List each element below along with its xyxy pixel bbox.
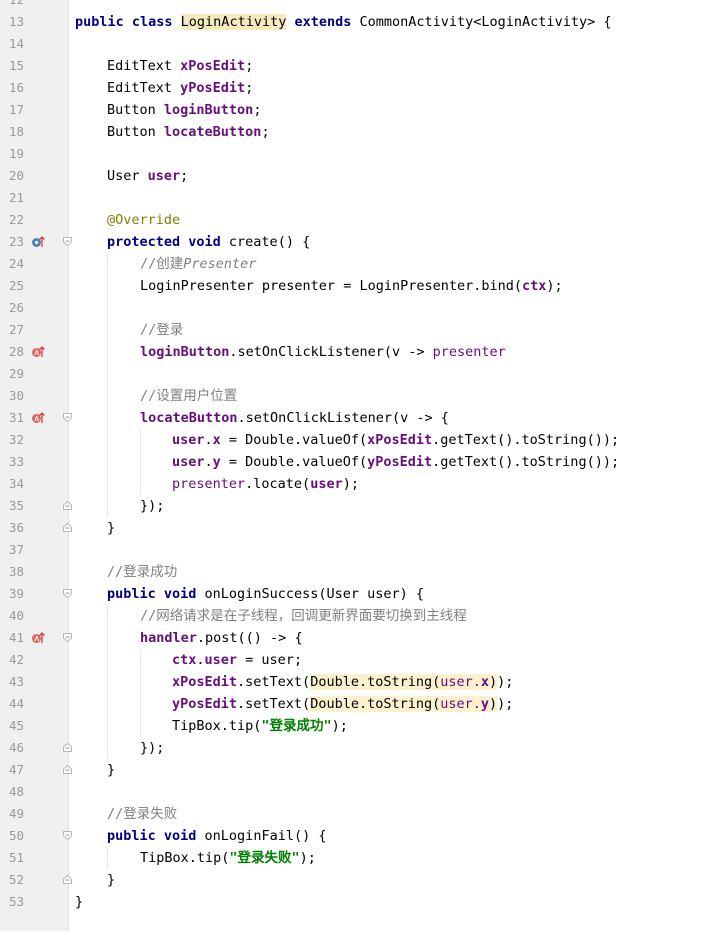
line-number: [0, 913, 24, 935]
code-line: //登录失败: [107, 806, 178, 822]
code-line: }: [107, 762, 116, 778]
code-line: });: [140, 740, 165, 756]
line-number: 48: [8, 784, 24, 799]
indent-guide: [140, 649, 141, 737]
line-number: 53: [8, 894, 24, 909]
line-number: 41: [8, 630, 24, 645]
code-line: loginButton.setOnClickListener(v -> pres…: [140, 344, 506, 360]
line-number: 42: [8, 652, 24, 667]
line-number: 47: [8, 762, 24, 777]
code-line: xPosEdit.setText(Double.toString(user.x)…: [172, 674, 514, 690]
line-number: 17: [8, 102, 24, 117]
code-line: }: [107, 520, 116, 536]
line-number: 16: [8, 80, 24, 95]
code-line: public void onLoginSuccess(User user) {: [107, 586, 424, 602]
indent-guide: [107, 605, 108, 759]
code-line: //创建Presenter: [140, 256, 257, 272]
line-number: 46: [8, 740, 24, 755]
line-number: 25: [8, 278, 24, 293]
line-number: 22: [8, 212, 24, 227]
code-line: //登录: [140, 322, 184, 338]
code-line: EditText xPosEdit;: [107, 58, 254, 74]
code-line: User user;: [107, 168, 189, 184]
code-line: //设置用户位置: [140, 388, 238, 404]
line-number: 39: [8, 586, 24, 601]
indent-guide: [140, 429, 141, 495]
code-line: TipBox.tip("登录成功");: [172, 718, 348, 734]
code-editor[interactable]: public class LoginActivity extends Commo…: [69, 0, 713, 931]
code-line: presenter.locate(user);: [172, 476, 359, 492]
line-number: 43: [8, 674, 24, 689]
code-line: }: [107, 872, 116, 888]
line-number: 37: [8, 542, 24, 557]
line-number: 50: [8, 828, 24, 843]
code-line: public void onLoginFail() {: [107, 828, 327, 844]
code-line: LoginPresenter presenter = LoginPresente…: [140, 278, 563, 294]
override-icon[interactable]: [31, 235, 45, 249]
code-line: }: [75, 894, 84, 910]
code-line: user.y = Double.valueOf(yPosEdit.getText…: [172, 454, 620, 470]
code-line: yPosEdit.setText(Double.toString(user.y)…: [172, 696, 514, 712]
line-number: 23: [8, 234, 24, 249]
indent-guide: [107, 253, 108, 517]
code-line: Button loginButton;: [107, 102, 262, 118]
line-number: 27: [8, 322, 24, 337]
lambda-icon[interactable]: [31, 411, 45, 425]
code-line: handler.post(() -> {: [140, 630, 303, 646]
line-number: 44: [8, 696, 24, 711]
code-line: //登录成功: [107, 564, 178, 580]
line-number: 45: [8, 718, 24, 733]
lambda-icon[interactable]: [31, 345, 45, 359]
line-number: 33: [8, 454, 24, 469]
indent-guide: [107, 847, 108, 869]
line-number: 38: [8, 564, 24, 579]
code-line: protected void create() {: [107, 234, 311, 250]
line-number: 30: [8, 388, 24, 403]
line-number: 52: [8, 872, 24, 887]
line-number: 21: [8, 190, 24, 205]
line-number: 18: [8, 124, 24, 139]
code-line: });: [140, 498, 165, 514]
line-number: 49: [8, 806, 24, 821]
line-number: 35: [8, 498, 24, 513]
line-number: 28: [8, 344, 24, 359]
code-line: TipBox.tip("登录失败");: [140, 850, 316, 866]
code-line: EditText yPosEdit;: [107, 80, 254, 96]
line-number: 34: [8, 476, 24, 491]
line-number: 29: [8, 366, 24, 381]
lambda-icon[interactable]: [31, 631, 45, 645]
line-number: 36: [8, 520, 24, 535]
code-line: public class LoginActivity extends Commo…: [75, 14, 612, 30]
code-line: user.x = Double.valueOf(xPosEdit.getText…: [172, 432, 620, 448]
code-line: //网络请求是在子线程，回调更新界面要切换到主线程: [140, 608, 467, 624]
line-number: 12: [0, 0, 24, 11]
line-number: 13: [8, 14, 24, 29]
line-number: 26: [8, 300, 24, 315]
line-number: 31: [8, 410, 24, 425]
line-number: 14: [8, 36, 24, 51]
line-number: 19: [8, 146, 24, 161]
line-number: 15: [8, 58, 24, 73]
code-line: Button locateButton;: [107, 124, 270, 140]
line-number: 24: [8, 256, 24, 271]
line-number: 40: [8, 608, 24, 623]
line-number: 51: [8, 850, 24, 865]
code-line: locateButton.setOnClickListener(v -> {: [140, 410, 449, 426]
code-line: ctx.user = user;: [172, 652, 303, 668]
line-number: 20: [8, 168, 24, 183]
code-line: @Override: [107, 212, 181, 228]
line-number: 32: [8, 432, 24, 447]
